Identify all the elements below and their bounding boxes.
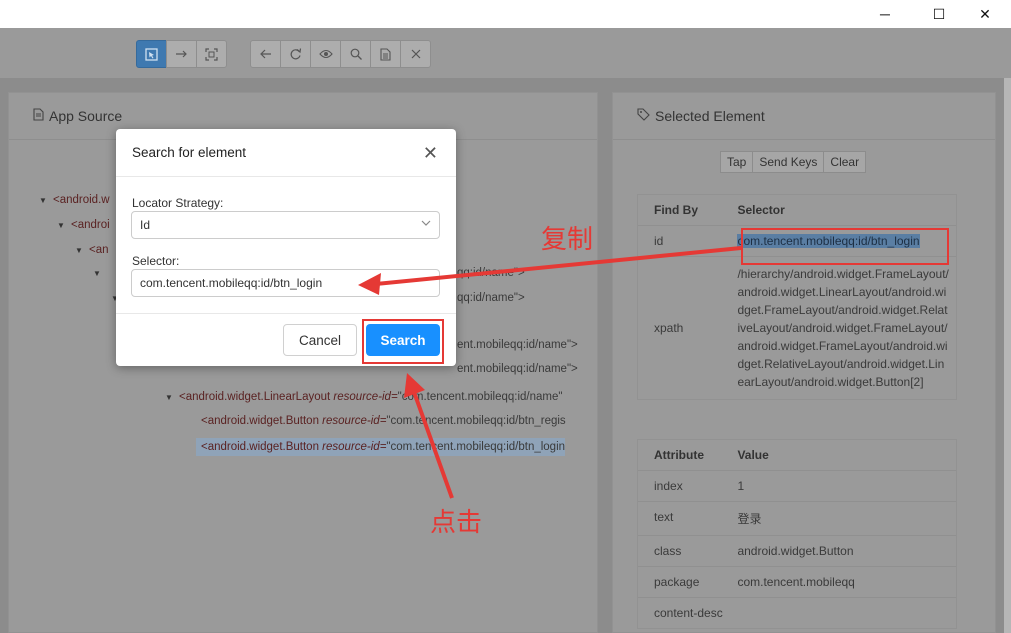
attribute-table: Attribute Value index 1 text 登录 class an… [637, 439, 957, 629]
caret-down-icon[interactable]: ▼ [39, 196, 53, 205]
table-row: content-desc [638, 597, 956, 628]
tree-node-button-register[interactable]: <android.widget.Button resource-id="com.… [201, 415, 566, 427]
tree-node[interactable]: ▼ <android.w [39, 194, 110, 206]
refresh-icon[interactable] [280, 40, 311, 68]
annotation-copy-label: 复制 [541, 225, 594, 255]
search-icon[interactable] [340, 40, 371, 68]
caret-down-icon[interactable]: ▼ [165, 393, 179, 402]
back-icon[interactable] [250, 40, 281, 68]
xpath-selector-value[interactable]: /hierarchy/android.widget.FrameLayout/an… [737, 257, 956, 399]
tree-node-tail: qq:id/name"> [457, 292, 525, 304]
table-header: Find By Selector [654, 203, 785, 217]
locator-strategy-label: Locator Strategy: [132, 196, 224, 210]
tree-node-tail: ent.mobileqq:id/name"> [457, 339, 578, 351]
table-row: class android.widget.Button [638, 535, 956, 566]
mode-button-group [136, 40, 227, 68]
quit-icon[interactable] [400, 40, 431, 68]
annotation-click-label: 点击 [430, 508, 483, 538]
table-row: text 登录 [638, 501, 956, 535]
tap-button[interactable]: Tap [720, 151, 754, 173]
app-source-title: App Source [49, 108, 123, 124]
copy-xml-icon[interactable] [370, 40, 401, 68]
locator-strategy-select[interactable]: Id [131, 211, 440, 239]
clear-button[interactable]: Clear [823, 151, 867, 173]
selected-element-panel: Selected Element Tap Send Keys Clear Fin… [612, 92, 996, 633]
dialog-divider [116, 313, 456, 314]
window-scrollbar[interactable] [1004, 78, 1011, 633]
annotation-box-copy [741, 228, 949, 265]
annotation-box-click [362, 319, 444, 364]
tree-node-tail: ent.mobileqq:id/name"> [457, 363, 578, 375]
window-title-bar: ─ ☐ ✕ [0, 0, 1011, 28]
dialog-title: Search for element [116, 129, 456, 177]
element-actions: Tap Send Keys Clear [720, 151, 867, 173]
table-row: package com.tencent.mobileqq [638, 566, 956, 597]
select-element-icon[interactable] [136, 40, 167, 68]
chevron-down-icon [421, 218, 431, 229]
selector-label: Selector: [132, 254, 180, 268]
find-by-table: Find By Selector id com.tencent.mobileqq… [637, 194, 957, 400]
tree-node-button-login[interactable]: <android.widget.Button resource-id="com.… [196, 438, 566, 456]
table-row: index 1 [638, 470, 956, 501]
tree-node[interactable]: ▼ [93, 267, 107, 279]
selector-input[interactable]: com.tencent.mobileqq:id/btn_login [131, 269, 440, 297]
eye-icon[interactable] [310, 40, 341, 68]
tree-node[interactable]: ▼ <an [75, 244, 109, 256]
caret-down-icon[interactable]: ▼ [57, 221, 71, 230]
caret-down-icon[interactable]: ▼ [93, 269, 107, 278]
table-row: xpath /hierarchy/android.widget.FrameLay… [638, 256, 956, 399]
close-icon[interactable]: ✕ [423, 143, 438, 164]
maximize-button[interactable]: ☐ [916, 0, 962, 28]
tree-node[interactable]: ▼ <androi [57, 219, 110, 231]
document-icon [33, 108, 44, 124]
tag-icon [637, 108, 650, 124]
tree-node-tail: qq:id/name"> [457, 267, 525, 279]
swipe-icon[interactable] [166, 40, 197, 68]
selected-element-header: Selected Element [613, 93, 995, 140]
send-keys-button[interactable]: Send Keys [752, 151, 825, 173]
minimize-button[interactable]: ─ [862, 0, 908, 28]
table-header: Attribute Value [654, 448, 769, 462]
cancel-button[interactable]: Cancel [283, 324, 357, 356]
selected-element-title: Selected Element [655, 108, 765, 124]
action-button-group [250, 40, 431, 68]
tree-node-linear-layout[interactable]: ▼ <android.widget.LinearLayout resource-i… [165, 391, 562, 403]
close-window-button[interactable]: ✕ [962, 0, 1008, 28]
tap-coordinates-icon[interactable] [196, 40, 227, 68]
caret-down-icon[interactable]: ▼ [75, 246, 89, 255]
inspector-toolbar [0, 28, 1011, 78]
